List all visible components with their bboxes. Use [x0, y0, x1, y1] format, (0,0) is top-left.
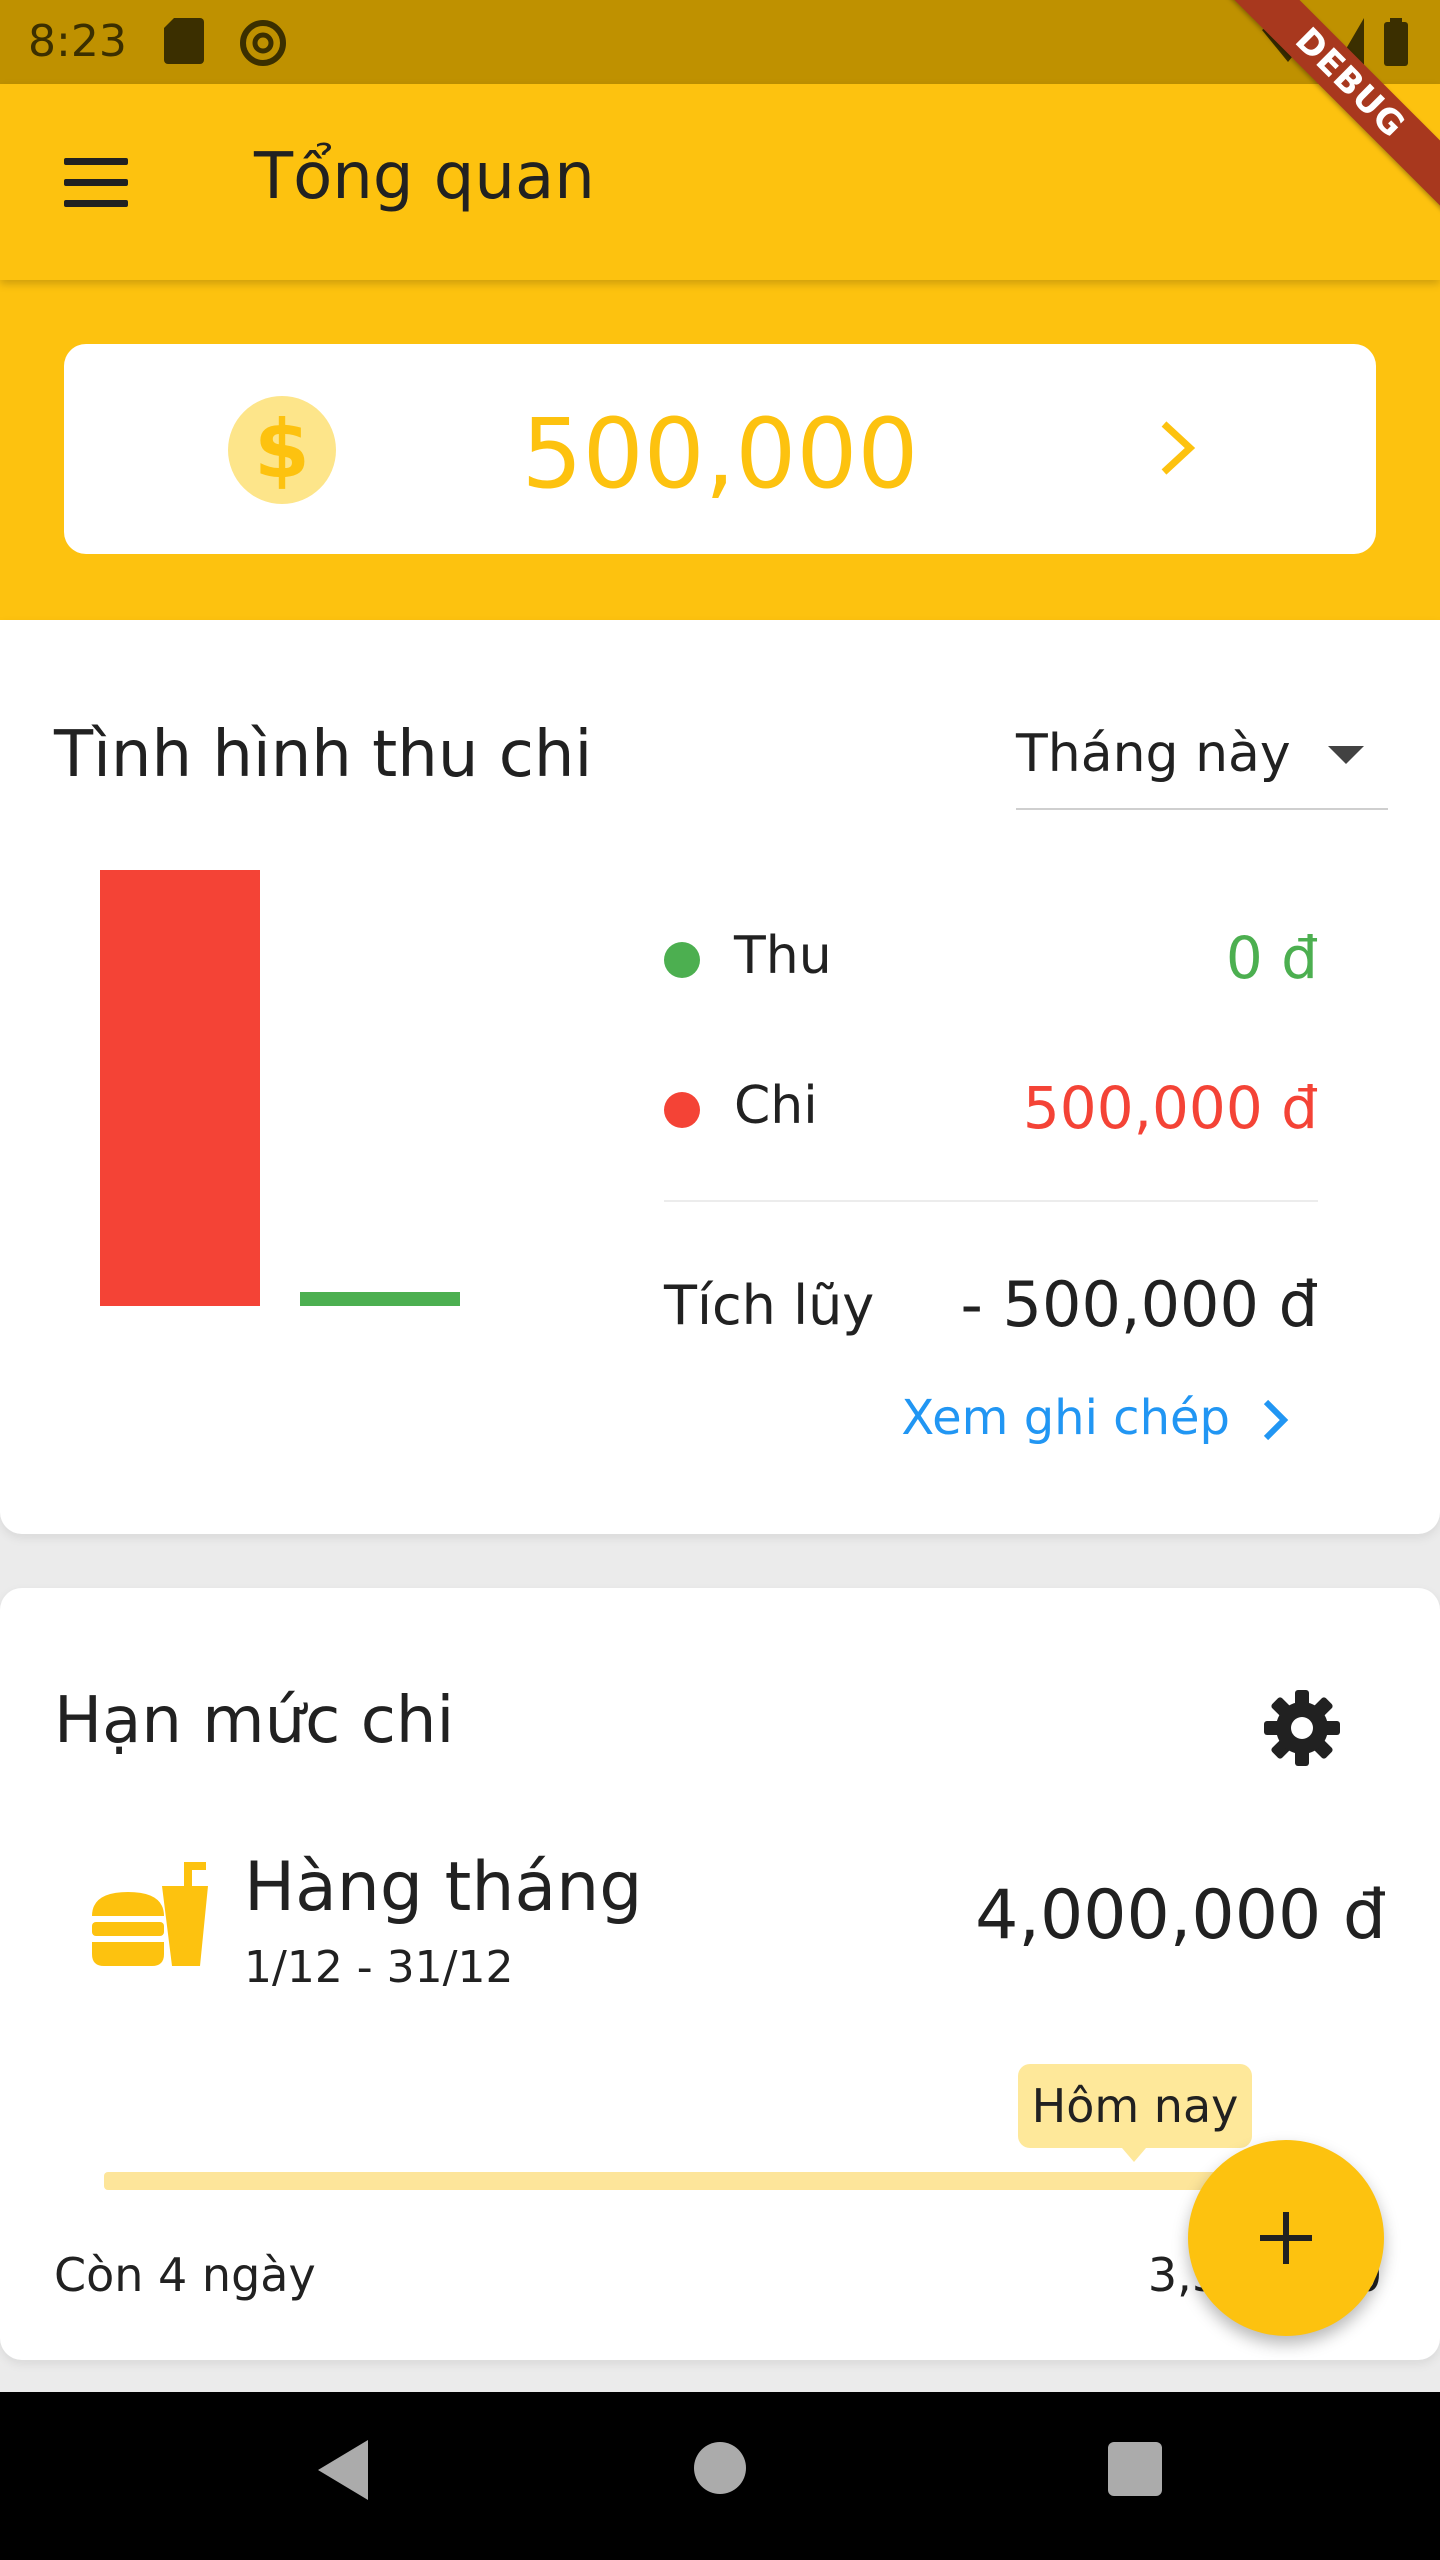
budget-amount: 4,000,000 đ [975, 1876, 1386, 1955]
expense-dot [664, 1092, 700, 1128]
status-bar: 8:23 [0, 0, 1440, 84]
chevron-right-icon[interactable] [1260, 1398, 1292, 1442]
sync-icon [240, 20, 286, 66]
period-dropdown[interactable]: Tháng này [1016, 718, 1388, 810]
fastfood-icon [92, 1862, 208, 1966]
income-expense-chart [100, 870, 460, 1306]
expense-label: Chi [734, 1076, 818, 1136]
add-transaction-button[interactable] [1188, 2140, 1384, 2336]
legend-expense: Chi 500,000 đ [664, 1068, 1318, 1148]
bar-thu [300, 1292, 460, 1306]
today-marker-label: Hôm nay [1018, 2064, 1252, 2148]
home-icon[interactable] [694, 2442, 746, 2494]
page-title: Tổng quan [254, 140, 595, 214]
income-dot [664, 942, 700, 978]
budget-title: Hạn mức chi [54, 1684, 455, 1758]
sd-card-icon [164, 18, 204, 64]
balance-card[interactable]: $ 500,000 [64, 344, 1376, 554]
days-left: Còn 4 ngày [54, 2248, 316, 2302]
menu-icon[interactable] [64, 158, 132, 208]
view-records-link[interactable]: Xem ghi chép [901, 1390, 1230, 1446]
status-time: 8:23 [28, 16, 127, 67]
system-nav-bar [0, 2392, 1440, 2560]
income-expense-title: Tình hình thu chi [54, 718, 593, 792]
recents-icon[interactable] [1108, 2442, 1162, 2496]
period-selected: Tháng này [1016, 724, 1291, 784]
legend-income: Thu 0 đ [664, 918, 1318, 998]
accumulated-label: Tích lũy [664, 1274, 875, 1337]
gear-icon[interactable] [1262, 1688, 1342, 1768]
budget-name: Hàng tháng [244, 1848, 643, 1927]
chevron-right-icon[interactable] [1156, 418, 1200, 478]
bar-chi [100, 870, 260, 1306]
back-icon[interactable] [318, 2440, 368, 2500]
app-bar: Tổng quan [0, 84, 1440, 280]
expense-value: 500,000 đ [1022, 1074, 1318, 1142]
divider [664, 1200, 1318, 1202]
dropdown-arrow-icon [1328, 746, 1364, 764]
accumulated-value: - 500,000 đ [960, 1268, 1318, 1341]
budget-dates: 1/12 - 31/12 [244, 1942, 514, 1993]
budget-progress-bar [104, 2172, 1274, 2190]
today-marker-pointer [1122, 2148, 1146, 2162]
income-value: 0 đ [1225, 924, 1318, 992]
income-expense-card: Tình hình thu chi Tháng này Thu 0 đ Chi … [0, 620, 1440, 1534]
income-label: Thu [734, 926, 832, 986]
battery-icon [1384, 18, 1408, 66]
